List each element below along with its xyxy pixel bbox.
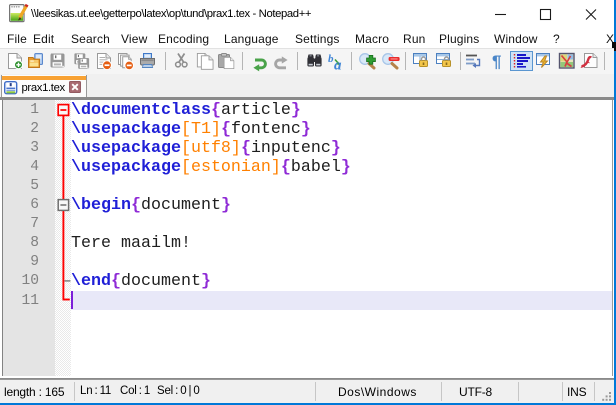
svg-text:¶: ¶	[492, 52, 501, 71]
svg-text:a: a	[334, 58, 342, 74]
